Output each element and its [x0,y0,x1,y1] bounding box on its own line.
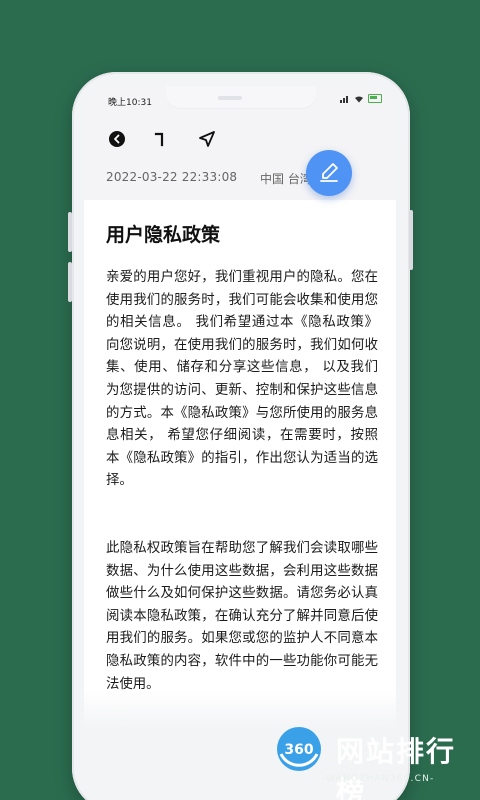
article-title: 用户隐私政策 [106,224,221,246]
watermark-brand: 网站排行榜 [336,735,457,800]
navigation-arrow-icon[interactable] [196,128,218,150]
back-icon[interactable] [106,128,128,150]
status-icons [340,94,382,103]
logo-text: 360 [284,742,313,758]
promo-stage: 晚上10:31 2022-03-22 22:33:08 中国 台湾 用户隐私政策… [0,0,480,800]
article-content: 用户隐私政策 亲爱的用户您好，我们重视用户的隐私。您在使用我们的服务时，我们可能… [106,220,378,696]
360-logo-icon: 360 [277,727,321,771]
notch-speaker [218,96,242,100]
signal-icon [340,95,348,103]
bookmark-icon[interactable] [150,128,172,150]
article-paragraph: 亲爱的用户您好，我们重视用户的隐私。您在使用我们的服务时，我们可能会收集和使用您… [106,270,378,489]
wifi-icon [355,95,363,102]
watermark-url: -WANGZHAN360.CN- [322,774,435,784]
phone-screen: 晚上10:31 2022-03-22 22:33:08 中国 台湾 用户隐私政策… [84,86,396,726]
post-location: 中国 台湾 [260,172,312,186]
article-paragraph: 此隐私权政策旨在帮助您了解我们会读取哪些数据、为什么使用这些数据，会利用这些数据… [106,540,378,692]
post-datetime: 2022-03-22 22:33:08 [106,170,238,184]
battery-charging-icon [368,94,382,103]
phone-volume-button [68,212,72,252]
edit-button[interactable] [306,150,352,196]
watermark: 360 网站排行榜 -WANGZHAN360.CN- [270,716,480,800]
status-bar: 晚上10:31 [84,86,396,114]
edit-icon [320,163,338,182]
status-time: 晚上10:31 [108,98,152,108]
phone-power-button [409,210,413,270]
phone-volume-button [68,262,72,302]
